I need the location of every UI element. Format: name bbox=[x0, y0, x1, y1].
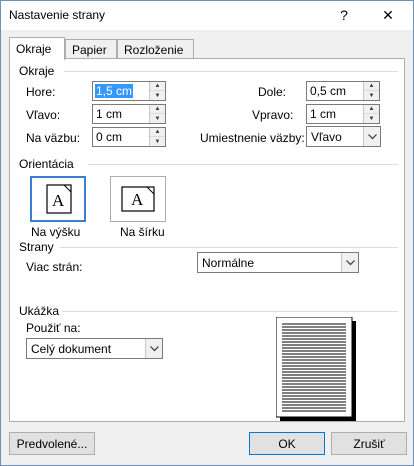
spin-down-icon[interactable]: ▼ bbox=[150, 91, 165, 100]
tab-panel-margins: Okraje Hore: 1,5 cm ▲ ▼ Vľavo: 1 cm ▲ ▼ … bbox=[9, 58, 405, 422]
landscape-option[interactable]: A bbox=[110, 176, 166, 222]
multiple-pages-value: Normálne bbox=[202, 256, 255, 270]
button-label: Zrušiť bbox=[353, 436, 385, 451]
portrait-option[interactable]: A bbox=[30, 176, 86, 222]
spinner-arrows: ▲ ▼ bbox=[363, 82, 379, 100]
help-icon: ? bbox=[340, 7, 348, 23]
pages-group-label: Strany bbox=[19, 240, 54, 254]
spin-down-icon[interactable]: ▼ bbox=[150, 137, 165, 146]
window-title: Nastavenie strany bbox=[9, 8, 106, 22]
landscape-page-icon: A bbox=[121, 186, 155, 212]
tab-paper[interactable]: Papier bbox=[65, 39, 117, 59]
page-preview-icon bbox=[276, 317, 356, 421]
multiple-pages-select[interactable]: Normálne bbox=[197, 252, 359, 273]
help-button[interactable]: ? bbox=[329, 3, 359, 27]
portrait-page-icon: A bbox=[46, 184, 72, 214]
close-icon: ✕ bbox=[382, 6, 394, 23]
bottom-margin-label: Dole: bbox=[258, 85, 287, 99]
tab-label: Papier bbox=[72, 42, 107, 57]
right-margin-label: Vpravo: bbox=[252, 108, 294, 122]
group-divider bbox=[88, 164, 398, 165]
chevron-down-icon[interactable] bbox=[341, 253, 358, 272]
spin-up-icon[interactable]: ▲ bbox=[150, 128, 165, 137]
margins-group-label: Okraje bbox=[19, 64, 55, 78]
apply-to-select[interactable]: Celý dokument bbox=[26, 338, 163, 359]
orientation-group-label: Orientácia bbox=[19, 157, 74, 171]
cancel-button[interactable]: Zrušiť bbox=[331, 432, 407, 455]
svg-text:A: A bbox=[131, 190, 144, 209]
left-margin-spinner[interactable]: 1 cm ▲ ▼ bbox=[92, 104, 166, 124]
gutter-position-label: Umiestnenie väzby: bbox=[200, 131, 305, 145]
gutter-value[interactable]: 0 cm bbox=[95, 130, 123, 144]
preview-group-label: Ukážka bbox=[19, 304, 60, 318]
chevron-down-icon[interactable] bbox=[363, 127, 380, 146]
spin-up-icon[interactable]: ▲ bbox=[364, 105, 379, 114]
chevron-down-icon[interactable] bbox=[145, 339, 162, 358]
left-margin-label: Vľavo: bbox=[26, 108, 61, 122]
top-margin-spinner[interactable]: 1,5 cm ▲ ▼ bbox=[92, 81, 166, 101]
close-button[interactable]: ✕ bbox=[373, 3, 403, 27]
apply-to-value: Celý dokument bbox=[31, 342, 112, 356]
spin-down-icon[interactable]: ▼ bbox=[364, 91, 379, 100]
page-setup-dialog: Nastavenie strany ? ✕ Okraje Papier Rozl… bbox=[0, 0, 414, 466]
spinner-arrows: ▲ ▼ bbox=[149, 128, 165, 146]
top-margin-value[interactable]: 1,5 cm bbox=[95, 84, 134, 98]
landscape-label[interactable]: Na šírku bbox=[120, 225, 165, 239]
gutter-position-select[interactable]: Vľavo bbox=[306, 126, 381, 147]
button-label: OK bbox=[278, 436, 296, 451]
tab-label: Okraje bbox=[16, 42, 52, 56]
spin-up-icon[interactable]: ▲ bbox=[364, 82, 379, 91]
tab-label: Rozloženie bbox=[124, 42, 184, 57]
apply-to-label: Použiť na: bbox=[26, 321, 81, 335]
tab-margins[interactable]: Okraje bbox=[9, 37, 65, 60]
spinner-arrows: ▲ ▼ bbox=[149, 82, 165, 100]
bottom-margin-value[interactable]: 0,5 cm bbox=[309, 84, 347, 98]
button-label: Predvolené... bbox=[16, 436, 88, 451]
svg-text:A: A bbox=[52, 191, 65, 210]
bottom-margin-spinner[interactable]: 0,5 cm ▲ ▼ bbox=[306, 81, 380, 101]
gutter-position-value: Vľavo bbox=[311, 130, 342, 144]
spinner-arrows: ▲ ▼ bbox=[363, 105, 379, 123]
ok-button[interactable]: OK bbox=[249, 432, 325, 455]
group-divider bbox=[64, 71, 398, 72]
multiple-pages-label: Viac strán: bbox=[26, 260, 83, 274]
title-bar: Nastavenie strany ? ✕ bbox=[1, 1, 413, 30]
spin-up-icon[interactable]: ▲ bbox=[150, 105, 165, 114]
gutter-spinner[interactable]: 0 cm ▲ ▼ bbox=[92, 127, 166, 147]
spinner-arrows: ▲ ▼ bbox=[149, 105, 165, 123]
right-margin-value[interactable]: 1 cm bbox=[309, 107, 337, 121]
tab-layout[interactable]: Rozloženie bbox=[117, 39, 194, 59]
set-as-default-button[interactable]: Predvolené... bbox=[9, 432, 95, 455]
portrait-label[interactable]: Na výšku bbox=[31, 225, 80, 239]
gutter-label: Na väzbu: bbox=[26, 131, 81, 145]
group-divider bbox=[60, 247, 398, 248]
spin-down-icon[interactable]: ▼ bbox=[150, 114, 165, 123]
top-margin-label: Hore: bbox=[26, 85, 56, 99]
spin-up-icon[interactable]: ▲ bbox=[150, 82, 165, 91]
group-divider bbox=[62, 311, 398, 312]
right-margin-spinner[interactable]: 1 cm ▲ ▼ bbox=[306, 104, 380, 124]
left-margin-value[interactable]: 1 cm bbox=[95, 107, 123, 121]
spin-down-icon[interactable]: ▼ bbox=[364, 114, 379, 123]
